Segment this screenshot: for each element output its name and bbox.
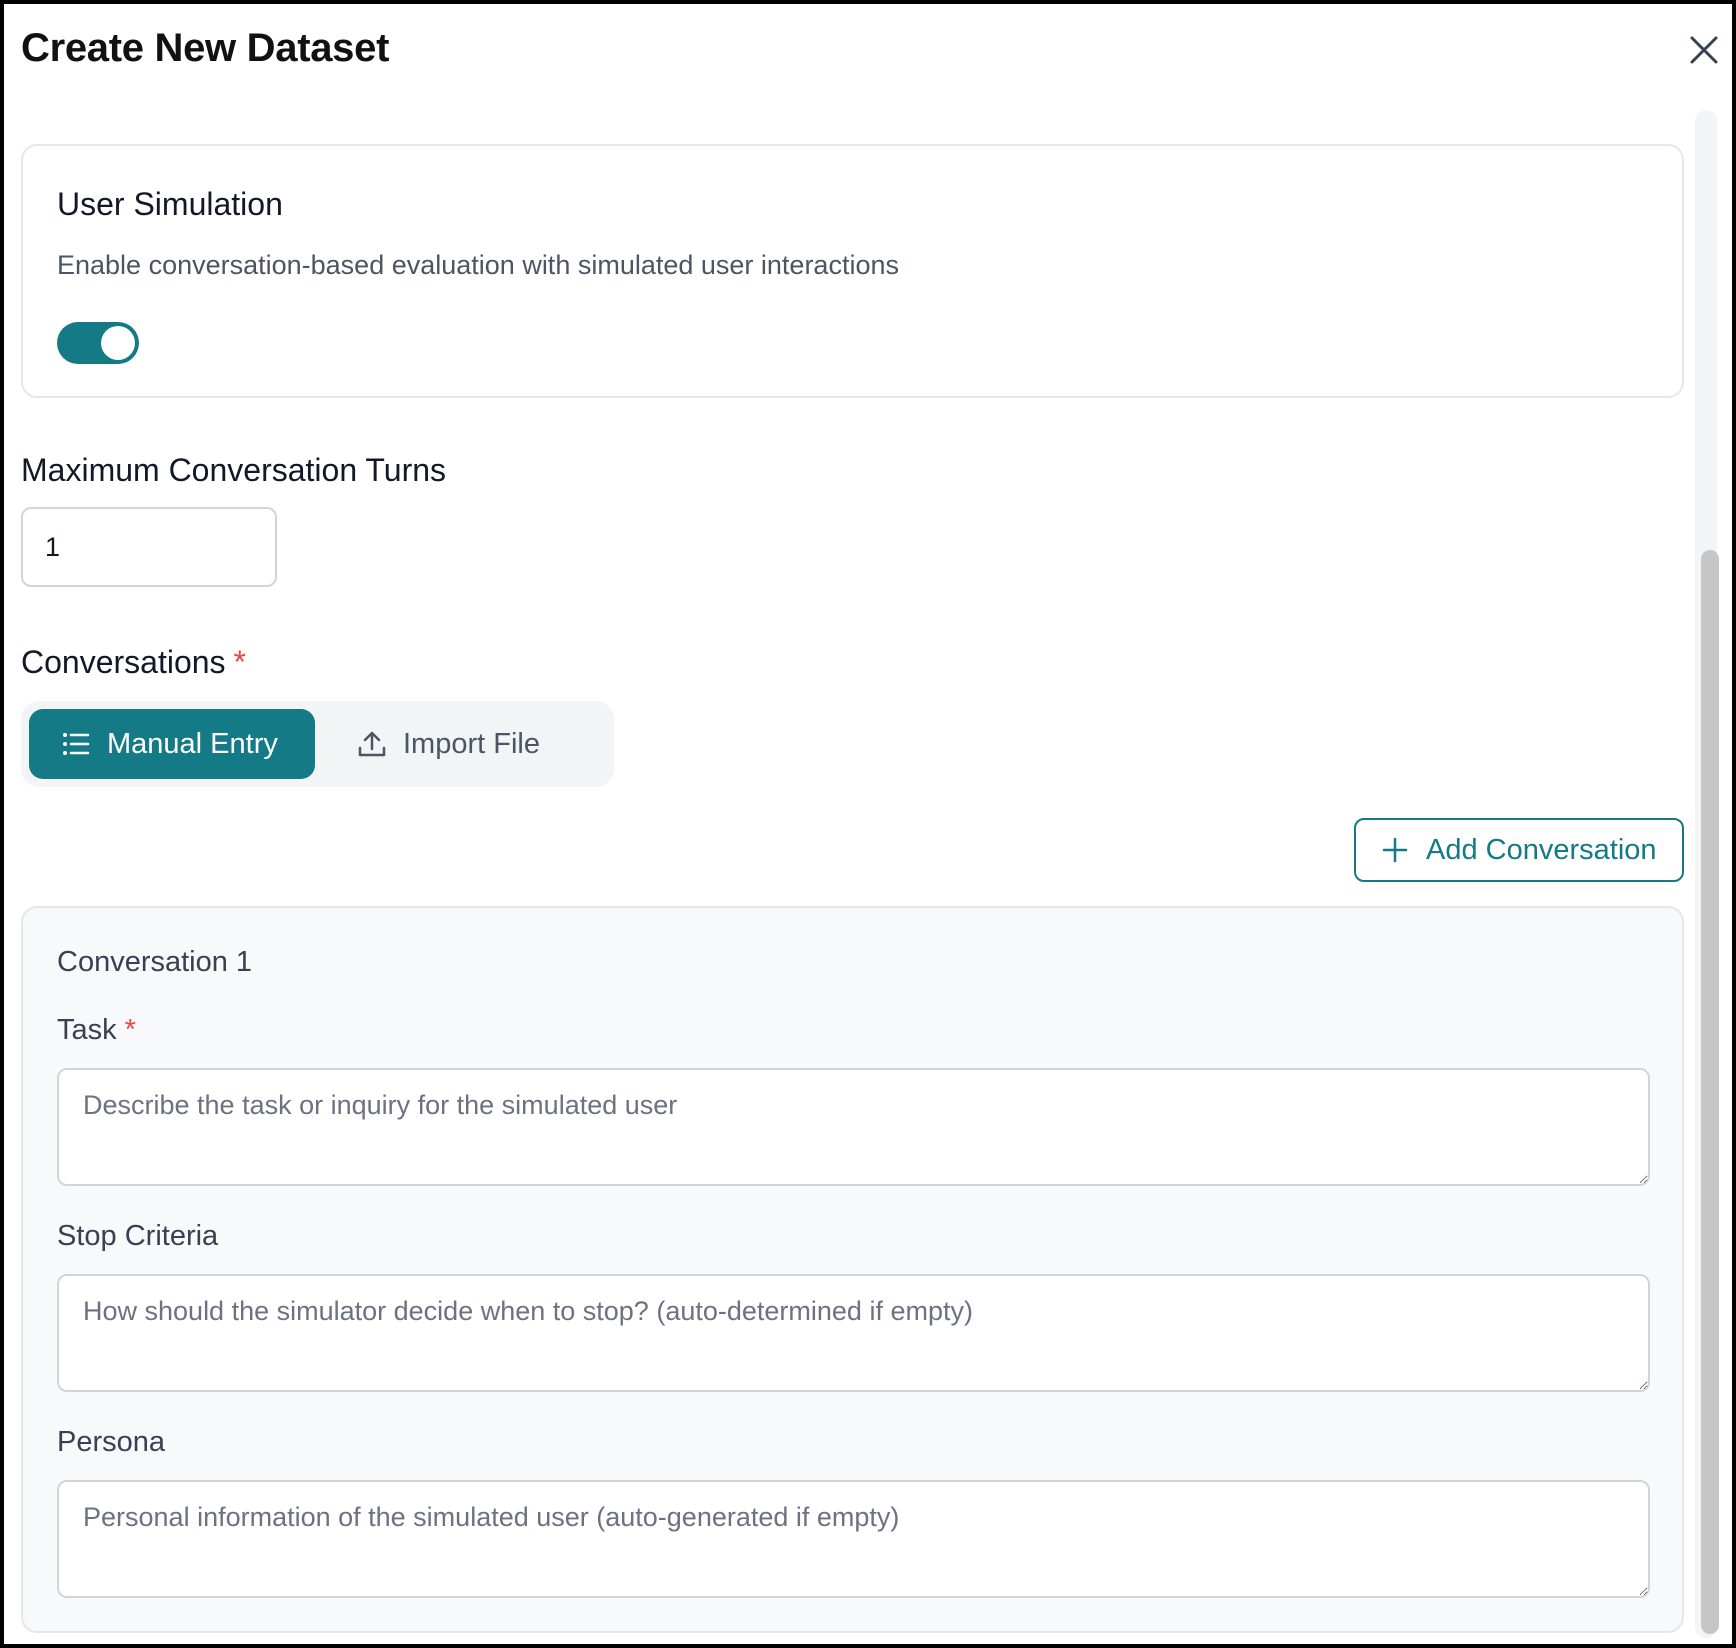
conversations-label-text: Conversations: [21, 644, 226, 680]
conversation-title: Conversation 1: [57, 946, 253, 978]
persona-textarea[interactable]: [57, 1480, 1650, 1598]
max-turns-input[interactable]: [21, 507, 277, 587]
add-conversation-button[interactable]: Add Conversation: [1354, 818, 1684, 882]
required-asterisk: *: [233, 644, 246, 680]
user-simulation-toggle[interactable]: [57, 322, 139, 364]
user-simulation-description: Enable conversation-based evaluation wit…: [57, 250, 899, 280]
add-conversation-label: Add Conversation: [1426, 833, 1657, 866]
required-asterisk: *: [124, 1014, 136, 1046]
upload-icon: [358, 731, 386, 757]
stop-criteria-label: Stop Criteria: [57, 1220, 219, 1252]
user-simulation-title: User Simulation: [57, 186, 283, 222]
close-button[interactable]: [1684, 30, 1724, 70]
stop-criteria-textarea[interactable]: [57, 1274, 1650, 1392]
task-label-text: Task: [57, 1014, 117, 1046]
max-turns-label: Maximum Conversation Turns: [21, 452, 447, 488]
task-textarea[interactable]: [57, 1068, 1650, 1186]
close-icon: [1690, 36, 1718, 64]
entry-mode-selector: Manual Entry Import File: [21, 701, 614, 787]
user-simulation-card: User Simulation Enable conversation-base…: [21, 144, 1684, 398]
task-label: Task *: [57, 1014, 136, 1047]
dialog-title: Create New Dataset: [21, 26, 390, 70]
plus-icon: [1382, 837, 1408, 863]
persona-label: Persona: [57, 1426, 166, 1458]
tab-manual-entry[interactable]: Manual Entry: [29, 709, 315, 779]
conversations-label: Conversations *: [21, 644, 246, 681]
conversation-card: Conversation 1 Task* Stop Criteria Perso…: [21, 906, 1684, 1633]
list-icon: [63, 733, 90, 755]
tab-import-file-label: Import File: [403, 727, 540, 760]
scrollbar-thumb[interactable]: [1701, 550, 1719, 1634]
tab-import-file[interactable]: Import File: [351, 709, 601, 779]
create-dataset-dialog: Create New Dataset User Simulation Enabl…: [0, 0, 1736, 1648]
tab-manual-entry-label: Manual Entry: [107, 727, 278, 760]
toggle-knob: [101, 326, 135, 360]
